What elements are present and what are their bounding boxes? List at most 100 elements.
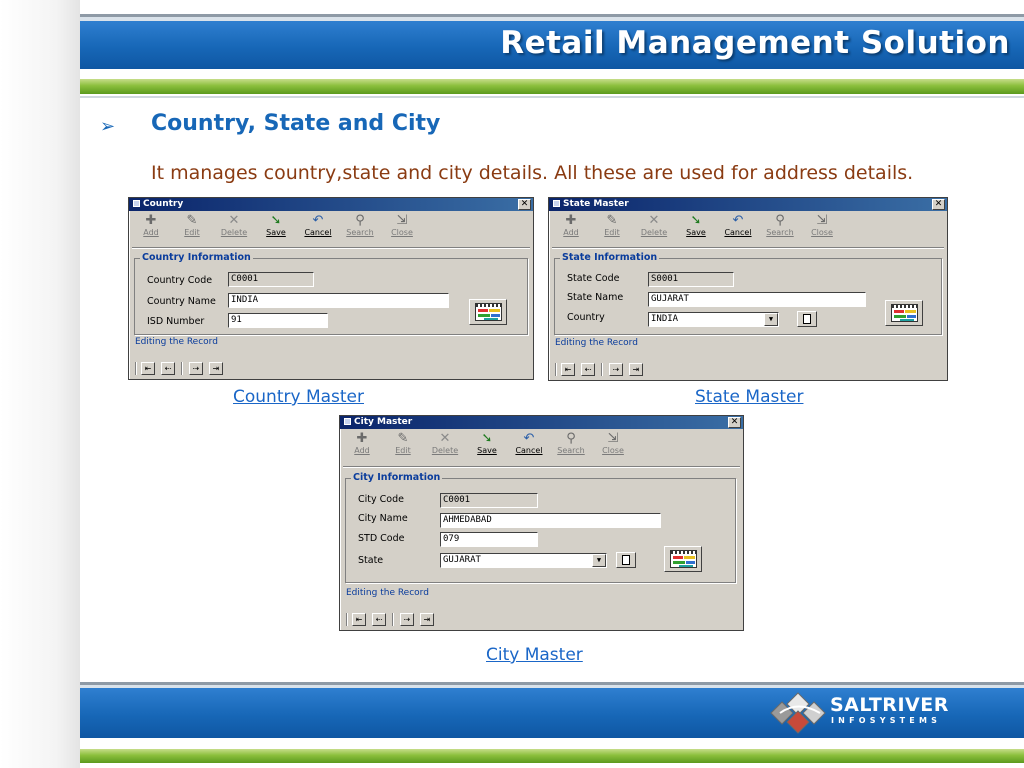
search-button[interactable]: ⚲ Search bbox=[343, 213, 377, 243]
calendar-button[interactable] bbox=[885, 300, 923, 326]
country-select[interactable]: INDIA ▼ bbox=[648, 312, 779, 327]
search-icon: ⚲ bbox=[775, 213, 785, 228]
toolbar-divider bbox=[343, 466, 740, 468]
edit-icon: ✎ bbox=[397, 431, 409, 446]
search-button[interactable]: ⚲ Search bbox=[763, 213, 797, 243]
cancel-button[interactable]: ↶ Cancel bbox=[301, 213, 335, 243]
toolbar-divider bbox=[552, 247, 944, 249]
record-navigator: ⇤ ⇠ ⇢ ⇥ bbox=[135, 362, 235, 376]
record-navigator: ⇤ ⇠ ⇢ ⇥ bbox=[555, 363, 655, 377]
city-window: City Master ✕ ✚ Add ✎ Edit ✕ Delete ➘ Save ↶… bbox=[339, 415, 744, 631]
save-button[interactable]: ➘ Save bbox=[259, 213, 293, 243]
chevron-down-icon[interactable]: ▼ bbox=[764, 313, 778, 326]
previous-record-button[interactable]: ⇠ bbox=[372, 613, 386, 626]
next-record-button[interactable]: ⇢ bbox=[189, 362, 203, 375]
bullet-arrow-icon: ➢ bbox=[100, 116, 116, 137]
state-select[interactable]: GUJARAT ▼ bbox=[440, 553, 607, 568]
add-icon: ✚ bbox=[356, 431, 368, 446]
toolbar: ✚ Add ✎ Edit ✕ Delete ➘ Save ↶ Cancel ⚲ Search… bbox=[129, 211, 533, 245]
first-record-button[interactable]: ⇤ bbox=[141, 362, 155, 375]
state-master-link[interactable]: State Master bbox=[695, 387, 803, 407]
city-master-link[interactable]: City Master bbox=[486, 645, 583, 665]
section-title: Country, State and City bbox=[151, 111, 441, 136]
std-code-label: STD Code bbox=[358, 533, 405, 544]
last-record-button[interactable]: ⇥ bbox=[420, 613, 434, 626]
previous-record-button[interactable]: ⇠ bbox=[161, 362, 175, 375]
group-title: State Information bbox=[560, 252, 660, 263]
city-name-field[interactable]: AHMEDABAD bbox=[440, 513, 661, 528]
delete-icon: ✕ bbox=[648, 213, 660, 228]
city-code-field[interactable]: C0001 bbox=[440, 493, 538, 508]
std-code-field[interactable]: 079 bbox=[440, 532, 538, 547]
state-code-field[interactable]: S0001 bbox=[648, 272, 734, 287]
footer-green-stripe bbox=[80, 749, 1024, 763]
new-state-button[interactable] bbox=[616, 552, 636, 568]
calendar-button[interactable] bbox=[664, 546, 702, 572]
close-button[interactable]: ⇲ Close bbox=[385, 213, 419, 243]
isd-number-field[interactable]: 91 bbox=[228, 313, 328, 328]
last-record-button[interactable]: ⇥ bbox=[209, 362, 223, 375]
group-title: City Information bbox=[351, 472, 443, 483]
state-label: State bbox=[358, 555, 384, 566]
close-icon[interactable]: ✕ bbox=[728, 417, 741, 428]
country-master-link[interactable]: Country Master bbox=[233, 387, 364, 407]
calendar-icon bbox=[891, 304, 918, 322]
status-text: Editing the Record bbox=[135, 337, 218, 347]
previous-record-button[interactable]: ⇠ bbox=[581, 363, 595, 376]
logo-wordmark: SALTRIVER bbox=[830, 694, 949, 716]
close-button[interactable]: ⇲ Close bbox=[596, 431, 630, 461]
group-title: Country Information bbox=[140, 252, 253, 263]
save-button[interactable]: ➘ Save bbox=[679, 213, 713, 243]
edit-button[interactable]: ✎ Edit bbox=[595, 213, 629, 243]
state-name-field[interactable]: GUJARAT bbox=[648, 292, 866, 307]
delete-icon: ✕ bbox=[439, 431, 451, 446]
window-icon bbox=[133, 200, 140, 207]
edit-icon: ✎ bbox=[606, 213, 618, 228]
delete-button[interactable]: ✕ Delete bbox=[428, 431, 462, 461]
record-navigator: ⇤ ⇠ ⇢ ⇥ bbox=[346, 613, 446, 627]
search-button[interactable]: ⚲ Search bbox=[554, 431, 588, 461]
cancel-button[interactable]: ↶ Cancel bbox=[512, 431, 546, 461]
window-titlebar: Country ✕ bbox=[129, 198, 533, 211]
delete-button[interactable]: ✕ Delete bbox=[217, 213, 251, 243]
cancel-icon: ↶ bbox=[523, 431, 535, 446]
add-button[interactable]: ✚ Add bbox=[554, 213, 588, 243]
cancel-button[interactable]: ↶ Cancel bbox=[721, 213, 755, 243]
edit-button[interactable]: ✎ Edit bbox=[386, 431, 420, 461]
new-country-button[interactable] bbox=[797, 311, 817, 327]
add-button[interactable]: ✚ Add bbox=[345, 431, 379, 461]
delete-button[interactable]: ✕ Delete bbox=[637, 213, 671, 243]
toolbar: ✚ Add ✎ Edit ✕ Delete ➘ Save ↶ Cancel ⚲ Search… bbox=[340, 429, 743, 463]
saltriver-logo: SALTRIVER INFOSYSTEMS bbox=[768, 690, 978, 736]
document-icon bbox=[803, 314, 811, 324]
add-button[interactable]: ✚ Add bbox=[134, 213, 168, 243]
chevron-down-icon[interactable]: ▼ bbox=[592, 554, 606, 567]
edit-button[interactable]: ✎ Edit bbox=[175, 213, 209, 243]
state-select-value: GUJARAT bbox=[443, 555, 481, 565]
status-text: Editing the Record bbox=[555, 338, 638, 348]
close-icon[interactable]: ✕ bbox=[518, 199, 531, 210]
cancel-icon: ↶ bbox=[312, 213, 324, 228]
close-icon[interactable]: ✕ bbox=[932, 199, 945, 210]
header-green-rule bbox=[80, 96, 1024, 98]
next-record-button[interactable]: ⇢ bbox=[609, 363, 623, 376]
country-info-group: Country Information Country Code C0001 C… bbox=[134, 252, 528, 335]
first-record-button[interactable]: ⇤ bbox=[352, 613, 366, 626]
country-name-field[interactable]: INDIA bbox=[228, 293, 449, 308]
edit-icon: ✎ bbox=[186, 213, 198, 228]
last-record-button[interactable]: ⇥ bbox=[629, 363, 643, 376]
calendar-button[interactable] bbox=[469, 299, 507, 325]
country-code-field[interactable]: C0001 bbox=[228, 272, 314, 287]
save-button[interactable]: ➘ Save bbox=[470, 431, 504, 461]
window-titlebar: State Master ✕ bbox=[549, 198, 947, 211]
next-record-button[interactable]: ⇢ bbox=[400, 613, 414, 626]
close-door-icon: ⇲ bbox=[396, 213, 408, 228]
close-door-icon: ⇲ bbox=[607, 431, 619, 446]
state-window: State Master ✕ ✚ Add ✎ Edit ✕ Delete ➘ Save … bbox=[548, 197, 948, 381]
first-record-button[interactable]: ⇤ bbox=[561, 363, 575, 376]
saltriver-logo-icon bbox=[770, 692, 826, 734]
close-button[interactable]: ⇲ Close bbox=[805, 213, 839, 243]
calendar-icon bbox=[475, 303, 502, 321]
header-green-stripe bbox=[80, 79, 1024, 94]
window-icon bbox=[344, 418, 351, 425]
